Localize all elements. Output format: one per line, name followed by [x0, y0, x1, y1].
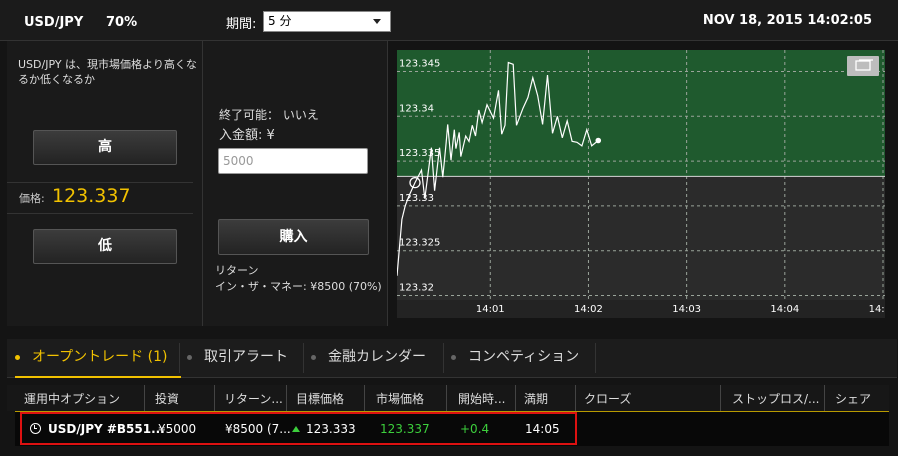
- amount-input[interactable]: 5000: [218, 148, 368, 174]
- instruction-text: USD/JPY は、現市場価格より高くなるか低くなるか: [18, 58, 197, 86]
- col-expiry[interactable]: 満期: [524, 390, 548, 407]
- tab-label: 金融カレンダー: [328, 349, 426, 365]
- early-close-text: 終了可能： いいえ: [219, 108, 319, 122]
- highlight-box: [20, 412, 577, 445]
- current-datetime: NOV 18, 2015 14:02:05: [702, 13, 872, 28]
- bullet-icon: [187, 354, 192, 360]
- bullet-icon: [15, 354, 20, 360]
- column-divider: [364, 385, 365, 411]
- tab-open-trades[interactable]: オープントレード (1): [15, 339, 182, 378]
- high-button[interactable]: 高: [33, 130, 177, 165]
- current-price: 123.337: [52, 185, 131, 207]
- y-tick-label: 123.345: [399, 59, 440, 70]
- period-value: 5 分: [268, 14, 292, 28]
- buy-button[interactable]: 購入: [218, 219, 369, 255]
- tab-label: オープントレード (1): [32, 349, 168, 365]
- below-strike-area: [397, 176, 885, 300]
- tab-divider: [443, 343, 444, 373]
- low-button[interactable]: 低: [33, 229, 177, 264]
- col-close[interactable]: クローズ: [584, 390, 631, 407]
- period-label: 期間:: [226, 17, 257, 32]
- column-divider: [144, 385, 145, 411]
- y-tick-label: 123.32: [399, 283, 434, 294]
- amount-label: 入金額: ¥: [219, 128, 275, 143]
- col-investment[interactable]: 投資: [155, 390, 179, 407]
- tab-label: 取引アラート: [204, 349, 288, 365]
- x-tick-label: 14:02: [574, 304, 603, 315]
- col-market-price[interactable]: 市場価格: [376, 390, 424, 407]
- y-tick-label: 123.325: [399, 238, 440, 249]
- x-tick-label: 14:03: [672, 304, 701, 315]
- tab-competition[interactable]: コンペティション: [451, 339, 579, 376]
- return-label: リターン: [215, 264, 259, 277]
- y-tick-label: 123.33: [399, 193, 434, 204]
- column-divider: [515, 385, 516, 411]
- tab-divider: [303, 343, 304, 373]
- column-divider: [286, 385, 287, 411]
- tab-divider: [179, 343, 180, 373]
- currency-pair: USD/JPY: [24, 15, 84, 30]
- column-divider: [575, 385, 576, 411]
- tab-trade-alerts[interactable]: 取引アラート: [187, 339, 288, 376]
- chevron-down-icon: [373, 19, 381, 24]
- y-tick-label: 123.335: [399, 148, 440, 159]
- window-toggle-icon-inner: [855, 60, 871, 71]
- tab-label: コンペティション: [468, 349, 580, 365]
- column-divider: [720, 385, 721, 411]
- col-return[interactable]: リターン...: [224, 390, 283, 407]
- y-tick-label: 123.34: [399, 103, 434, 114]
- price-chart[interactable]: 123.345 123.34 123.335 123.33 123.325 123.32 1…: [396, 50, 897, 318]
- bullet-icon: [451, 354, 456, 360]
- col-start-time[interactable]: 開始時...: [458, 390, 505, 407]
- tab-divider: [595, 343, 596, 373]
- period-select[interactable]: 5 分: [263, 11, 391, 32]
- above-strike-area: [397, 50, 885, 177]
- time-axis-band: [397, 300, 885, 318]
- col-active-option[interactable]: 運用中オプション: [24, 390, 120, 407]
- x-tick-label: 14:04: [770, 304, 799, 315]
- column-divider: [446, 385, 447, 411]
- payout-percent: 70%: [106, 15, 138, 30]
- return-value: イン・ザ・マネー: ¥8500 (70%): [215, 280, 382, 293]
- tab-financial-calendar[interactable]: 金融カレンダー: [311, 339, 426, 376]
- x-tick-label: 14:05: [869, 304, 885, 315]
- price-label: 価格:: [19, 192, 45, 205]
- column-divider: [824, 385, 825, 411]
- col-share[interactable]: シェア: [835, 390, 871, 407]
- current-price-dot: [595, 137, 602, 144]
- bullet-icon: [311, 354, 316, 360]
- col-target-price[interactable]: 目標価格: [296, 390, 344, 407]
- price-chart-svg: 123.345 123.34 123.335 123.33 123.325 123.32 1…: [396, 50, 897, 318]
- column-divider: [214, 385, 215, 411]
- x-tick-label: 14:01: [476, 304, 505, 315]
- col-stop-loss[interactable]: ストップロス/...: [732, 390, 820, 407]
- bottom-tabs: オープントレード (1) 取引アラート 金融カレンダー コンペティション: [7, 339, 897, 378]
